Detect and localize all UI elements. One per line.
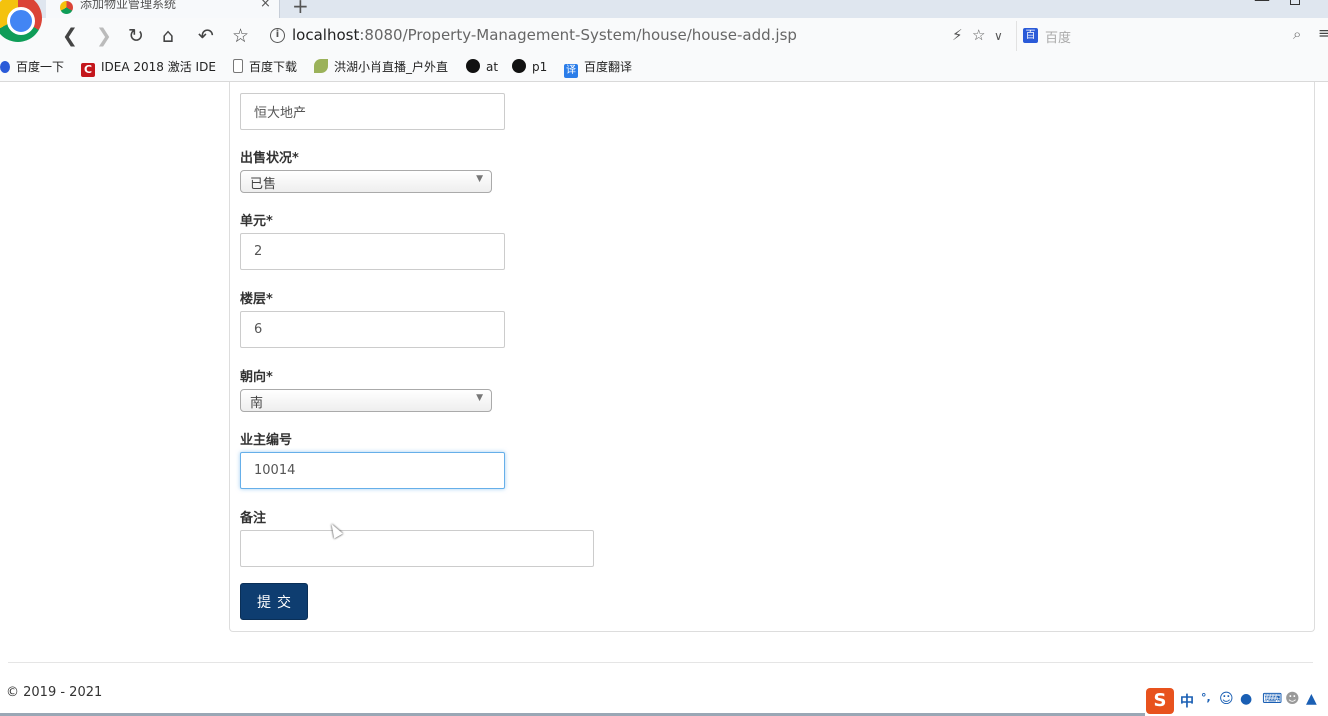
bookmark-item[interactable]: 洪湖小肖直播_户外直 [314,59,448,76]
bookmark-label: p1 [532,60,548,74]
github-icon [512,59,526,73]
floor-input[interactable] [240,311,505,348]
bookmark-item[interactable]: 百度一下 [0,59,64,76]
url-path: :8080/Property-Management-System/house/h… [359,26,797,44]
emoji-icon[interactable]: ☺ [1219,691,1234,707]
user-icon[interactable]: ☻ [1285,691,1300,707]
submit-button[interactable]: 提交 [240,583,308,620]
chevron-down-icon[interactable]: ∨ [994,29,1003,43]
bookmark-label: 洪湖小肖直播_户外直 [334,60,449,74]
tab-close-icon[interactable]: × [260,0,271,11]
search-icon[interactable]: ⌕ [1293,25,1301,43]
reload-button[interactable]: ↻ [128,24,144,48]
document-icon [233,59,243,73]
ime-mode-toggle[interactable]: 中 [1180,691,1194,711]
remark-input[interactable] [240,530,594,567]
bookmark-item[interactable]: C IDEA 2018 激活 IDE [81,59,216,77]
search-input[interactable]: 百度 [1045,27,1071,46]
sale-status-value: 已售 [250,177,277,192]
microphone-icon[interactable]: ● [1240,691,1252,707]
remark-label: 备注 [240,511,267,526]
new-tab-button[interactable]: + [292,0,309,18]
sale-status-select[interactable]: 已售 ▼ [240,170,492,193]
bookmark-label: 百度下载 [249,60,298,74]
site-info-icon[interactable]: i [270,28,285,43]
orientation-select[interactable]: 南 ▼ [240,389,492,412]
tab-strip: 添加物业管理系统 × + — [0,0,1328,18]
bookmark-item[interactable]: 译百度翻译 [564,59,632,78]
unit-label: 单元* [240,214,273,229]
favorite-star-icon[interactable]: ☆ [972,26,985,44]
floor-label: 楼层* [240,292,273,307]
window-maximize-button[interactable] [1290,0,1300,5]
github-icon [466,59,480,73]
browser-menu-icon[interactable]: ≡ [1318,24,1328,42]
dropdown-arrow-icon: ▼ [476,393,483,403]
owner-id-input[interactable] [240,452,505,489]
window-minimize-button[interactable]: — [1254,0,1270,9]
url-host: localhost [292,26,360,44]
sale-status-label: 出售状况* [240,151,299,166]
copyright-text: © 2019 - 2021 [6,685,103,700]
bookmark-star-button[interactable]: ☆ [232,24,249,48]
ime-toolbar: S 中 °, ☺ ● ⌨ ☻ ▲ [1145,688,1328,714]
ime-punct-toggle[interactable]: °, [1201,691,1211,704]
baidu-paw-icon [0,61,10,73]
bookmark-label: IDEA 2018 激活 IDE [101,60,216,74]
developer-input[interactable] [240,93,505,130]
bookmark-item[interactable]: at [466,59,498,76]
bookmarks-bar: 百度一下 C IDEA 2018 激活 IDE 百度下载 洪湖小肖直播_户外直 a… [0,54,1328,82]
wing-icon [314,59,328,73]
developer-label-partial [240,78,270,86]
bookmark-label: 百度一下 [16,60,65,74]
dropdown-arrow-icon: ▼ [476,174,483,184]
bookmark-label: 百度翻译 [584,60,633,74]
idea-c-icon: C [81,63,95,77]
footer-divider [8,662,1313,663]
home-button[interactable]: ⌂ [162,24,174,48]
bookmark-label: at [486,60,499,74]
lightning-icon[interactable]: ⚡ [952,26,963,44]
search-box[interactable]: 百 百度 ⌕ [1016,21,1312,51]
skin-icon[interactable]: ▲ [1306,691,1317,707]
keyboard-icon[interactable]: ⌨ [1262,691,1282,707]
bookmark-item[interactable]: p1 [512,59,547,76]
orientation-value: 南 [250,396,264,411]
forward-button[interactable]: ❯ [96,24,112,48]
baidu-icon: 百 [1023,28,1038,43]
browser-toolbar: ❮ ❯ ↻ ⌂ ↶ ☆ i localhost:8080/Property-Ma… [0,18,1328,54]
unit-input[interactable] [240,233,505,270]
bookmark-item[interactable]: 百度下载 [233,59,297,76]
owner-id-label: 业主编号 [240,433,293,448]
address-bar[interactable]: i localhost:8080/Property-Management-Sys… [266,21,1016,51]
tab-title: 添加物业管理系统 [80,0,177,11]
chrome-favicon-icon [60,1,73,14]
url-text[interactable]: localhost:8080/Property-Management-Syste… [292,26,797,44]
undo-close-button[interactable]: ↶ [198,24,214,48]
back-button[interactable]: ❮ [62,24,78,48]
sogou-ime-icon[interactable]: S [1146,688,1174,714]
translate-icon: 译 [564,64,578,78]
orientation-label: 朝向* [240,370,273,385]
browser-tab[interactable]: 添加物业管理系统 × [46,0,280,18]
